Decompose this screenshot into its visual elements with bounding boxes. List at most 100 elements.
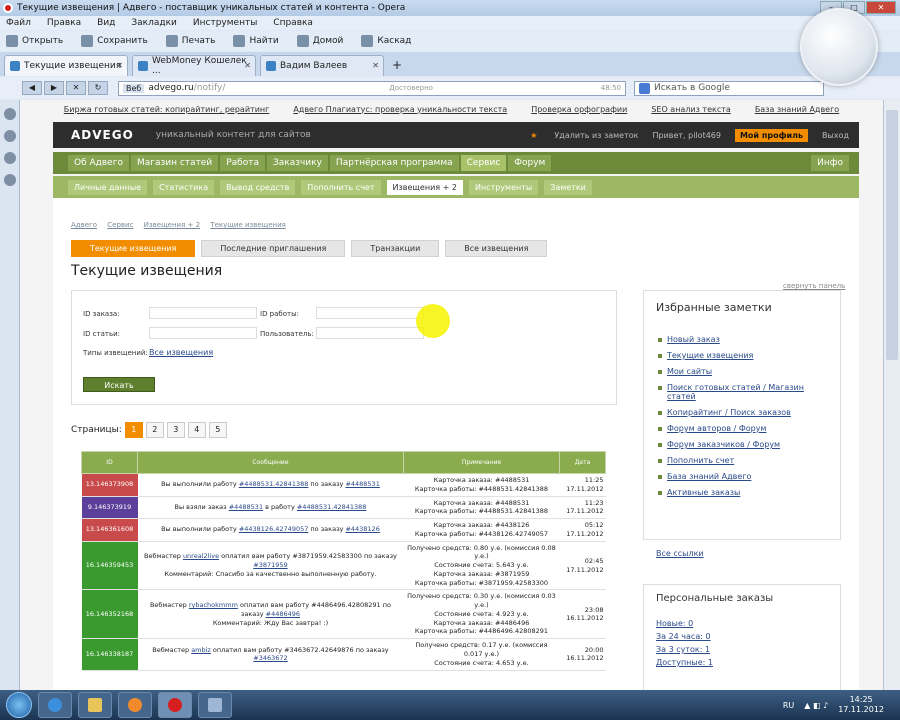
- favorite-link[interactable]: Копирайтинг / Поиск заказов: [658, 408, 834, 417]
- menu-tools[interactable]: Инструменты: [193, 18, 257, 28]
- nav-service[interactable]: Сервис: [460, 155, 507, 171]
- close-tab-icon[interactable]: ✕: [116, 61, 123, 70]
- message-link[interactable]: #4488531: [229, 503, 263, 511]
- tab-webmoney[interactable]: WebMoney Кошелек ... ✕: [132, 55, 256, 76]
- page-2[interactable]: 2: [145, 422, 164, 438]
- mail-panel-icon[interactable]: [4, 130, 16, 142]
- personal-24h[interactable]: За 24 часа: 0: [656, 632, 711, 641]
- note-line[interactable]: Состояние счета: 4.653 у.е.: [434, 659, 528, 667]
- favorite-link[interactable]: Форум заказчиков / Форум: [658, 440, 834, 449]
- note-line[interactable]: Получено средств: 0.30 у.е. (комиссия 0.…: [407, 592, 556, 609]
- all-links[interactable]: Все ссылки: [656, 549, 704, 558]
- new-tab-icon[interactable]: +: [392, 58, 402, 72]
- advego-logo[interactable]: ADVEGO: [71, 128, 134, 142]
- remove-from-notes-link[interactable]: ★ Удалить из заметок: [530, 131, 638, 140]
- top-link[interactable]: Адвего Плагиатус: проверка уникальности …: [293, 105, 507, 114]
- nav-shop[interactable]: Магазин статей: [130, 155, 219, 171]
- taskbar-explorer[interactable]: [78, 692, 112, 718]
- note-line[interactable]: Состояние счета: 4.923 у.е.: [434, 610, 528, 618]
- subnav-tools[interactable]: Инструменты: [468, 179, 539, 195]
- crumb-current[interactable]: Текущие извещения: [210, 221, 286, 229]
- menu-view[interactable]: Вид: [97, 18, 115, 28]
- order-id-input[interactable]: [149, 307, 257, 319]
- page-5[interactable]: 5: [208, 422, 227, 438]
- tray-icons[interactable]: ▲ ◧ ♪: [804, 701, 828, 710]
- personal-available[interactable]: Доступные: 1: [656, 658, 713, 667]
- stop-button[interactable]: ✕: [66, 81, 86, 95]
- favorite-link[interactable]: Форум авторов / Форум: [658, 424, 834, 433]
- menu-edit[interactable]: Правка: [47, 18, 81, 28]
- order-link[interactable]: #4488531: [345, 480, 379, 488]
- taskbar-media[interactable]: [118, 692, 152, 718]
- taskbar-app[interactable]: [198, 692, 232, 718]
- message-link[interactable]: #4488531.42841388: [239, 480, 309, 488]
- order-link[interactable]: #4488531.42841388: [297, 503, 367, 511]
- order-link[interactable]: #3463672: [253, 654, 287, 662]
- note-line[interactable]: Карточка заказа: #4438126: [434, 521, 530, 529]
- nav-partner[interactable]: Партнёрская программа: [329, 155, 459, 171]
- favorite-link[interactable]: Поиск готовых статей / Магазин статей: [658, 383, 834, 401]
- crumb-notifications[interactable]: Извещения + 2: [144, 221, 200, 229]
- nav-customer[interactable]: Заказчику: [266, 155, 328, 171]
- message-link[interactable]: #4438126.42749057: [239, 525, 309, 533]
- row-id[interactable]: 9.146373919: [81, 496, 138, 520]
- note-line[interactable]: Карточка заказа: #4486496: [434, 619, 530, 627]
- row-id[interactable]: 16.146359453: [81, 541, 138, 591]
- tab-transactions[interactable]: Транзакции: [351, 240, 440, 257]
- favorite-link[interactable]: Активные заказы: [658, 488, 834, 497]
- note-line[interactable]: Карточка заказа: #4488531: [434, 476, 530, 484]
- open-button[interactable]: Открыть: [6, 35, 63, 47]
- note-line[interactable]: Карточка заказа: #3871959: [434, 570, 530, 578]
- note-line[interactable]: Карточка работы: #4438126.42749057: [415, 530, 548, 538]
- note-line[interactable]: Карточка заказа: #4488531: [434, 499, 530, 507]
- row-id[interactable]: 16.146338187: [81, 638, 138, 671]
- bookmarks-panel-icon[interactable]: [4, 108, 16, 120]
- favorite-link[interactable]: Текущие извещения: [658, 351, 834, 360]
- row-id[interactable]: 13.146361608: [81, 518, 138, 542]
- note-line[interactable]: Карточка работы: #4486496.42808291: [415, 627, 548, 635]
- close-tab-icon[interactable]: ✕: [244, 61, 251, 70]
- nav-work[interactable]: Работа: [220, 155, 265, 171]
- clock[interactable]: 14:25 17.11.2012: [838, 695, 884, 714]
- message-link[interactable]: unreal2live: [183, 552, 219, 560]
- scrollbar-thumb[interactable]: [886, 110, 898, 360]
- save-button[interactable]: Сохранить: [81, 35, 148, 47]
- favorite-link[interactable]: Мои сайты: [658, 367, 834, 376]
- work-id-input[interactable]: [316, 307, 424, 319]
- tab-current-notifications[interactable]: Текущие извещения: [71, 240, 196, 257]
- menu-file[interactable]: Файл: [6, 18, 31, 28]
- menu-bookmarks[interactable]: Закладки: [131, 18, 177, 28]
- tab-all-notifications[interactable]: Все извещения: [445, 240, 548, 257]
- order-link[interactable]: #4486496: [266, 610, 300, 618]
- note-line[interactable]: Состояние счета: 5.643 у.е.: [434, 561, 528, 569]
- back-button[interactable]: ◀: [22, 81, 42, 95]
- types-select[interactable]: Все извещения: [149, 348, 213, 357]
- order-link[interactable]: #3871959: [253, 561, 287, 569]
- note-line[interactable]: Получено средств: 0.17 у.е. (комиссия 0.…: [415, 641, 547, 658]
- row-id[interactable]: 13.146373908: [81, 473, 138, 497]
- note-line[interactable]: Карточка работы: #4488531.42841388: [415, 507, 548, 515]
- my-profile-button[interactable]: Мой профиль: [734, 128, 809, 142]
- message-link[interactable]: rybachokmmm: [189, 601, 238, 609]
- tab-facebook[interactable]: Вадим Валеев ✕: [260, 55, 384, 76]
- close-button[interactable]: ✕: [866, 1, 896, 14]
- page-3[interactable]: 3: [166, 422, 185, 438]
- tab-last-invitations[interactable]: Последние приглашения: [201, 240, 346, 257]
- message-link[interactable]: ambiz: [191, 646, 211, 654]
- hello-user-link[interactable]: Привет, pilot469: [652, 131, 721, 140]
- top-link[interactable]: SEO анализ текста: [651, 105, 731, 114]
- page-1[interactable]: 1: [124, 422, 143, 438]
- favorite-link[interactable]: Новый заказ: [658, 335, 834, 344]
- crumb-service[interactable]: Сервис: [107, 221, 133, 229]
- close-tab-icon[interactable]: ✕: [372, 61, 379, 70]
- menu-help[interactable]: Справка: [273, 18, 313, 28]
- history-panel-icon[interactable]: [4, 152, 16, 164]
- personal-3days[interactable]: За 3 суток: 1: [656, 645, 710, 654]
- order-link[interactable]: #4438126: [345, 525, 379, 533]
- subnav-topup[interactable]: Пополнить счет: [301, 179, 381, 195]
- subnav-notes[interactable]: Заметки: [544, 179, 592, 195]
- top-link[interactable]: Биржа готовых статей: копирайтинг, рерай…: [64, 105, 270, 114]
- print-button[interactable]: Печать: [165, 35, 215, 47]
- top-link[interactable]: База знаний Адвего: [755, 105, 839, 114]
- subnav-withdraw[interactable]: Вывод средств: [220, 179, 296, 195]
